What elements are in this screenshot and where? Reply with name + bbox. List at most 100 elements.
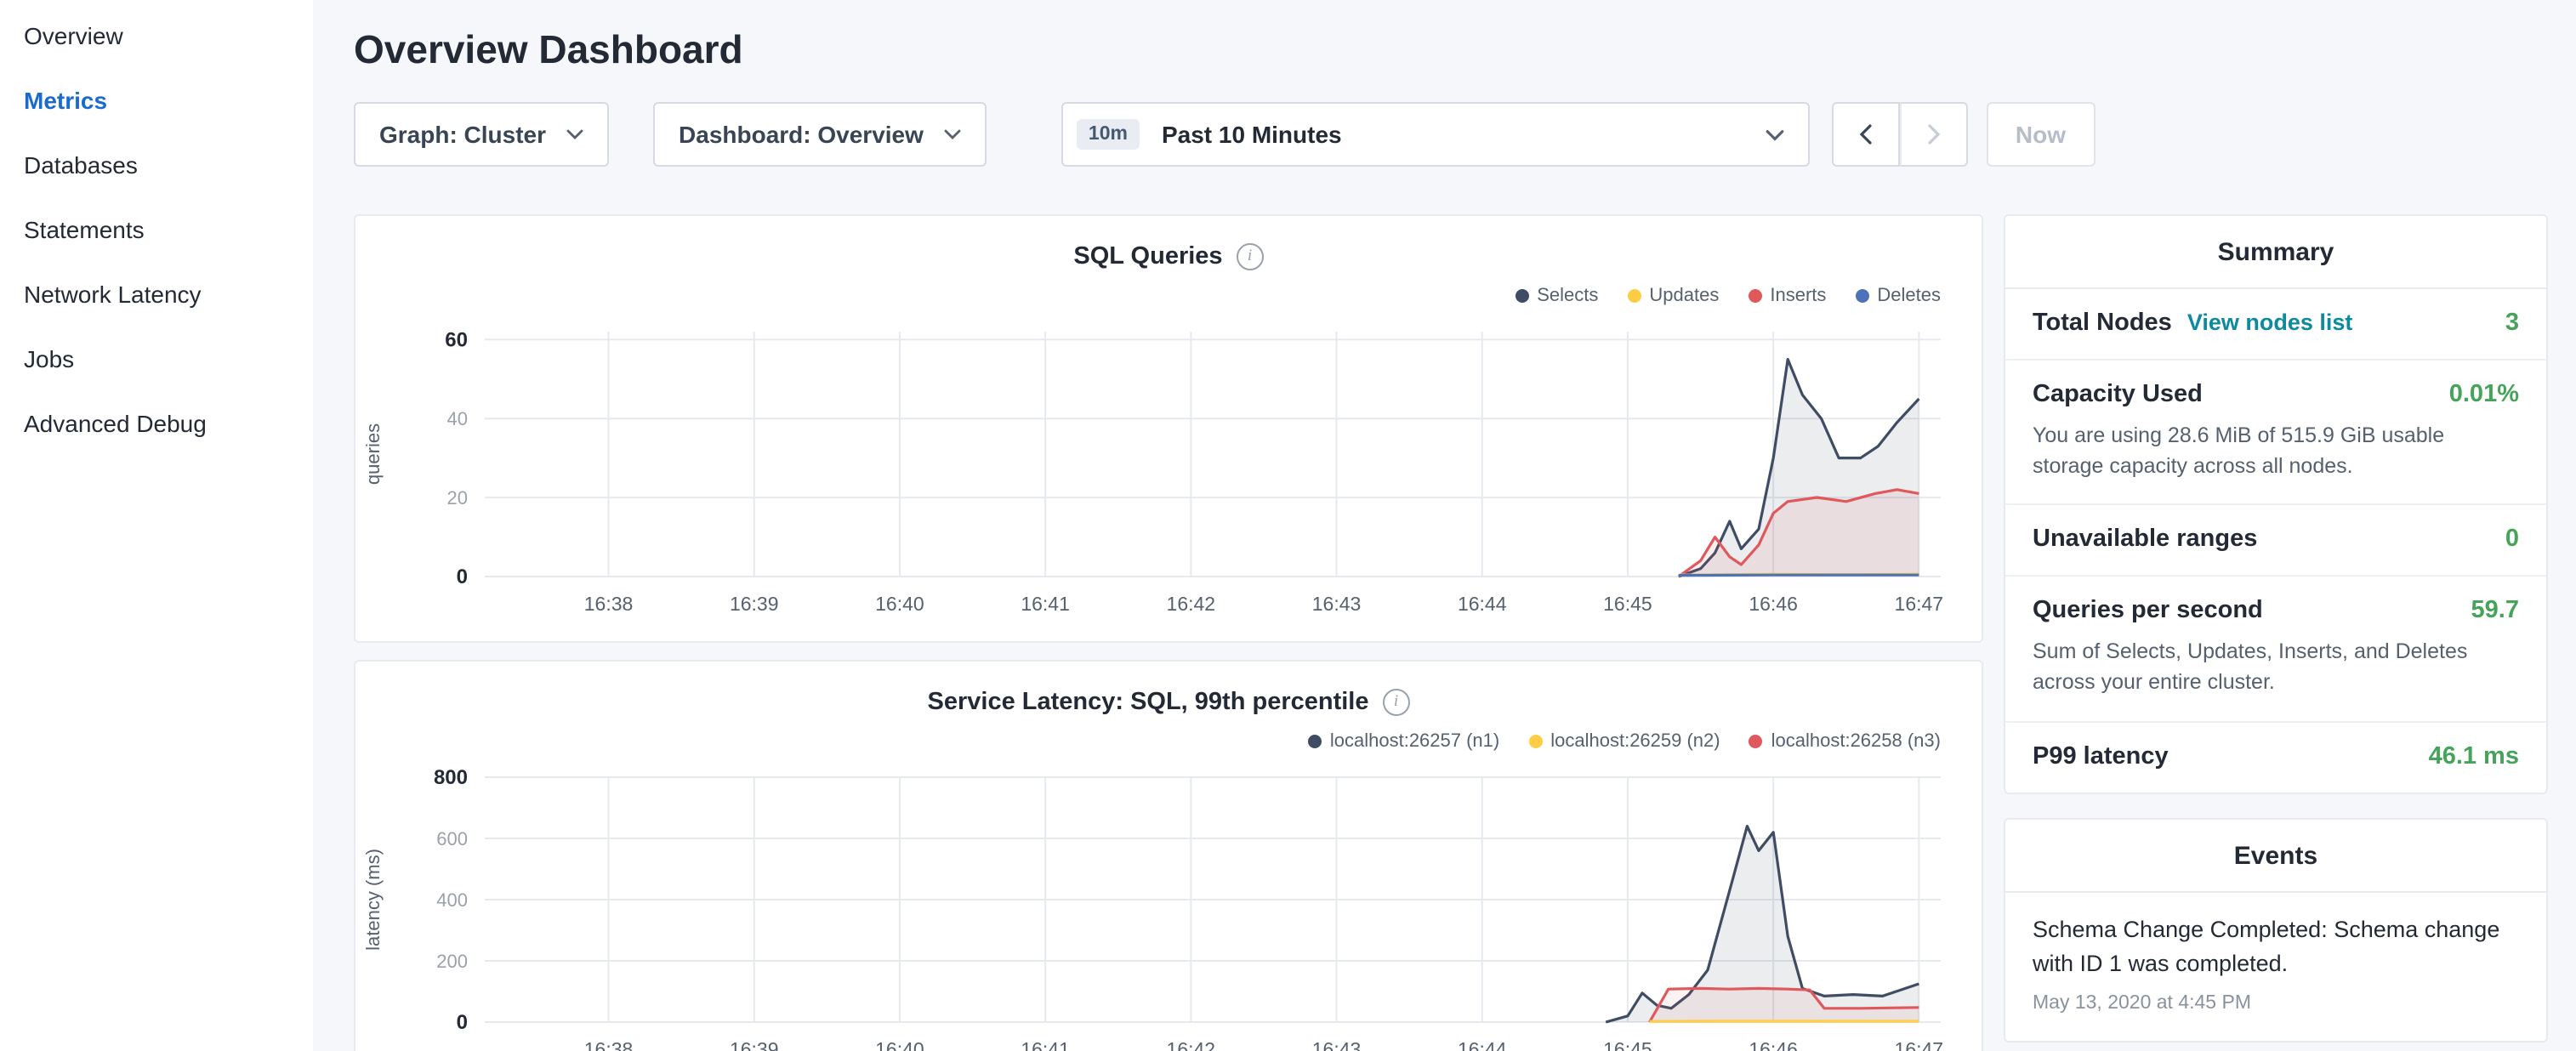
summary-title: Summary [2005, 216, 2546, 289]
legend-dot-icon [1627, 289, 1641, 303]
chevron-down-icon [944, 129, 961, 139]
info-icon[interactable] [1237, 243, 1264, 270]
svg-text:800: 800 [434, 766, 468, 789]
sidebar-item-metrics[interactable]: Metrics [0, 68, 313, 133]
dashboard-dropdown-label: Dashboard: Overview [679, 121, 924, 148]
svg-text:16:45: 16:45 [1603, 593, 1652, 615]
legend-dot-icon [1749, 735, 1763, 748]
svg-text:0: 0 [457, 1011, 468, 1034]
summary-value: 46.1 ms [2429, 742, 2519, 770]
graph-dropdown-label: Graph: Cluster [379, 121, 546, 148]
svg-text:16:43: 16:43 [1312, 1038, 1362, 1051]
legend-item-inserts: Inserts [1748, 286, 1826, 306]
chevron-down-icon [1766, 128, 1784, 140]
legend-item-updates: Updates [1627, 286, 1719, 306]
dashboard-body: SQL Queries Selects Updates Inserts Deletes… [354, 214, 2552, 1051]
graph-dropdown[interactable]: Graph: Cluster [354, 102, 609, 167]
legend-item-deletes: Deletes [1855, 286, 1941, 306]
sql-queries-chart: 020406016:3816:3916:4016:4116:4216:4316:… [355, 315, 1982, 631]
summary-row-p99-latency: P99 latency 46.1 ms [2005, 722, 2546, 792]
summary-value: 0 [2505, 526, 2519, 554]
svg-text:16:38: 16:38 [584, 1038, 634, 1051]
sidebar-item-network-latency[interactable]: Network Latency [0, 262, 313, 327]
svg-text:16:41: 16:41 [1021, 1038, 1070, 1051]
app-root: OverviewMetricsDatabasesStatementsNetwor… [0, 0, 2576, 1051]
sidebar-item-databases[interactable]: Databases [0, 133, 313, 197]
summary-label: Queries per second [2033, 598, 2263, 625]
summary-panel: Summary Total NodesView nodes list3Capac… [2004, 214, 2548, 793]
page-title: Overview Dashboard [354, 27, 2552, 73]
chart-title-row: SQL Queries [355, 236, 1982, 277]
summary-label: P99 latency [2033, 742, 2169, 770]
svg-text:200: 200 [436, 951, 468, 972]
summary-description: Sum of Selects, Updates, Inserts, and De… [2033, 637, 2519, 699]
event-text: Schema Change Completed: Schema change w… [2033, 912, 2519, 981]
dashboard-dropdown[interactable]: Dashboard: Overview [653, 102, 987, 167]
summary-value: 0.01% [2449, 381, 2519, 408]
svg-text:16:39: 16:39 [730, 1038, 779, 1051]
svg-text:16:44: 16:44 [1458, 1038, 1507, 1051]
summary-label: Capacity Used [2033, 381, 2203, 408]
events-title: Events [2005, 819, 2546, 892]
time-forward-button[interactable] [1900, 102, 1968, 167]
chart-title: Service Latency: SQL, 99th percentile [928, 689, 1369, 716]
summary-label: Total Nodes [2033, 310, 2172, 337]
legend-item-selects: Selects [1515, 286, 1598, 306]
svg-text:16:41: 16:41 [1021, 593, 1070, 615]
events-panel: Events Schema Change Completed: Schema c… [2004, 817, 2548, 1042]
sidebar-item-advanced-debug[interactable]: Advanced Debug [0, 391, 313, 456]
svg-text:16:45: 16:45 [1603, 1038, 1652, 1051]
svg-text:600: 600 [436, 828, 468, 849]
svg-text:16:46: 16:46 [1749, 1038, 1798, 1051]
summary-description: You are using 28.6 MiB of 515.9 GiB usab… [2033, 420, 2519, 482]
event-date: May 13, 2020 at 4:45 PM [2033, 993, 2519, 1014]
svg-text:400: 400 [436, 889, 468, 911]
summary-rows: Total NodesView nodes list3Capacity Used… [2005, 289, 2546, 792]
chart-legend: localhost:26257 (n1) localhost:26259 (n2)… [355, 723, 1982, 760]
time-back-button[interactable] [1832, 102, 1900, 167]
svg-text:16:39: 16:39 [730, 593, 779, 615]
svg-text:16:43: 16:43 [1312, 593, 1362, 615]
legend-item-localhost-26259-n2: localhost:26259 (n2) [1528, 731, 1720, 752]
time-range-label: Past 10 Minutes [1162, 121, 1342, 148]
event-item: Schema Change Completed: Schema change w… [2005, 892, 2546, 1041]
summary-row-queries-per-second: Queries per second59.7Sum of Selects, Up… [2005, 577, 2546, 723]
sidebar-item-overview[interactable]: Overview [0, 3, 313, 68]
sql-queries-chart-card: SQL Queries Selects Updates Inserts Deletes… [354, 214, 1983, 643]
svg-text:latency (ms): latency (ms) [362, 849, 384, 951]
summary-label: Unavailable ranges [2033, 526, 2257, 554]
sidebar: OverviewMetricsDatabasesStatementsNetwor… [0, 0, 313, 1051]
svg-text:20: 20 [447, 487, 468, 508]
time-range-badge: 10m [1077, 119, 1140, 150]
time-range-picker[interactable]: 10m Past 10 Minutes [1061, 102, 1810, 167]
summary-row-unavailable-ranges: Unavailable ranges 0 [2005, 506, 2546, 577]
legend-dot-icon [1528, 735, 1542, 748]
svg-text:16:47: 16:47 [1895, 593, 1944, 615]
svg-text:40: 40 [447, 408, 468, 429]
side-column: Summary Total NodesView nodes list3Capac… [2004, 214, 2548, 1042]
svg-text:16:38: 16:38 [584, 593, 634, 615]
chart-title-row: Service Latency: SQL, 99th percentile [355, 682, 1982, 723]
charts-column: SQL Queries Selects Updates Inserts Deletes… [354, 214, 1983, 1051]
legend-dot-icon [1308, 735, 1322, 748]
legend-item-localhost-26258-n3: localhost:26258 (n3) [1749, 731, 1941, 752]
info-icon[interactable] [1383, 689, 1410, 716]
service-latency-chart-card: Service Latency: SQL, 99th percentile lo… [354, 660, 1983, 1051]
sidebar-item-jobs[interactable]: Jobs [0, 327, 313, 391]
chevron-right-icon [1927, 124, 1941, 145]
svg-text:0: 0 [457, 565, 468, 588]
sidebar-nav: OverviewMetricsDatabasesStatementsNetwor… [0, 3, 313, 456]
main-content: Overview Dashboard Graph: Cluster Dashbo… [313, 0, 2576, 1051]
service-latency-chart: 0 200 400 600 800 16:38 16:39 16:40 16:41 16:42 16… [355, 760, 1982, 1051]
screen: OverviewMetricsDatabasesStatementsNetwor… [0, 0, 2576, 1051]
chevron-down-icon [566, 129, 583, 139]
svg-text:16:40: 16:40 [875, 1038, 924, 1051]
view-nodes-list-link[interactable]: View nodes list [2187, 310, 2353, 335]
svg-text:16:42: 16:42 [1167, 593, 1216, 615]
legend-dot-icon [1855, 289, 1868, 303]
svg-text:16:42: 16:42 [1167, 1038, 1216, 1051]
legend-item-localhost-26257-n1: localhost:26257 (n1) [1308, 731, 1499, 752]
svg-text:60: 60 [445, 328, 468, 351]
sidebar-item-statements[interactable]: Statements [0, 197, 313, 262]
now-button[interactable]: Now [1987, 102, 2095, 167]
